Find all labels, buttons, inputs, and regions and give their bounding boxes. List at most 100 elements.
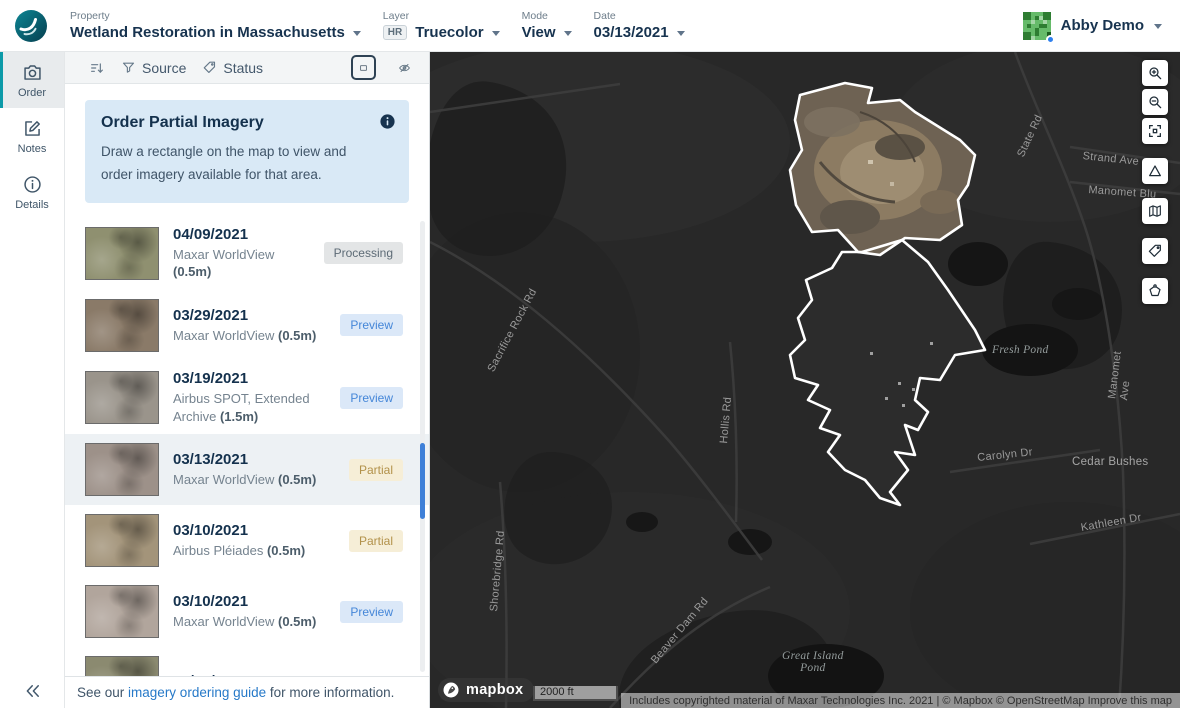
date-label: Date xyxy=(593,10,616,22)
info-icon xyxy=(23,175,41,193)
zoom-in-button[interactable] xyxy=(1142,60,1168,86)
layer-selector[interactable]: Layer HR Truecolor xyxy=(382,10,500,41)
imagery-source: Maxar WorldView (0.5m) xyxy=(173,471,317,487)
imagery-ordering-guide-link[interactable]: imagery ordering guide xyxy=(128,685,266,700)
left-nav: Order Notes Details xyxy=(0,52,65,708)
imagery-list-item[interactable]: 03/06/2021 xyxy=(65,647,429,676)
property-value: Wetland Restoration in Massachusetts xyxy=(70,24,345,41)
imagery-date: 03/10/2021 xyxy=(173,592,249,610)
mode-selector[interactable]: Mode View xyxy=(522,10,572,41)
imagery-list-item[interactable]: 03/10/2021 Maxar WorldView (0.5m) Previe… xyxy=(65,576,429,647)
imagery-source: Maxar WorldView (0.5m) xyxy=(173,613,317,629)
date-value: 03/13/2021 xyxy=(593,24,669,41)
draw-polygon-icon xyxy=(1149,284,1161,297)
mode-label: Mode xyxy=(521,10,548,22)
eye-off-icon xyxy=(399,63,410,72)
imagery-date: 03/10/2021 xyxy=(173,521,249,539)
infobox-body: Draw a rectangle on the map to view and … xyxy=(101,144,347,182)
filter-funnel-icon xyxy=(122,62,135,73)
footer-text-before: See our xyxy=(77,685,129,700)
nav-label-order: Order xyxy=(17,86,47,99)
panel-footer: See our imagery ordering guide for more … xyxy=(65,676,429,708)
imagery-list: 04/09/2021 Maxar WorldView (0.5m) Proces… xyxy=(65,217,429,676)
imagery-thumbnail xyxy=(85,226,159,280)
status-badge: Partial xyxy=(348,458,403,481)
draw-rectangle-icon xyxy=(360,64,367,71)
imagery-source: Airbus Pléiades (0.5m) xyxy=(173,542,306,558)
draw-polygon-button[interactable] xyxy=(1142,278,1168,304)
nav-label-notes: Notes xyxy=(17,142,47,155)
imagery-thumbnail xyxy=(85,514,159,568)
imagery-list-item[interactable]: 03/13/2021 Maxar WorldView (0.5m) Partia… xyxy=(65,434,429,506)
zoom-extent-icon xyxy=(1149,125,1161,137)
nav-item-details[interactable]: Details xyxy=(0,164,64,220)
chevron-down-icon xyxy=(676,31,685,36)
user-name: Abby Demo xyxy=(1060,17,1144,34)
collapse-double-chevron-icon xyxy=(26,685,39,697)
basemap xyxy=(430,52,1180,708)
user-menu[interactable]: Abby Demo xyxy=(1022,11,1162,44)
imagery-date: 03/19/2021 xyxy=(173,369,249,387)
imagery-thumbnail xyxy=(85,585,159,639)
map-scale-bar: 2000 ft xyxy=(533,686,618,701)
zoom-out-icon xyxy=(1149,96,1162,109)
imagery-list-item[interactable]: 03/10/2021 Airbus Pléiades (0.5m) Partia… xyxy=(65,505,429,576)
imagery-date: 04/09/2021 xyxy=(173,225,249,243)
measure-tool-button[interactable] xyxy=(1142,158,1168,184)
basemap-button[interactable] xyxy=(1142,198,1168,224)
chevron-down-icon xyxy=(563,31,572,36)
status-badge: Partial xyxy=(348,529,403,552)
source-filter-button[interactable]: Source xyxy=(121,60,186,76)
map-toolbar xyxy=(1142,60,1168,304)
map-book-icon xyxy=(1149,205,1161,217)
status-badge: Preview xyxy=(340,600,403,623)
nav-label-details: Details xyxy=(15,198,49,211)
toggle-visibility-button[interactable] xyxy=(392,55,417,80)
layer-label: Layer xyxy=(382,10,410,22)
order-partial-imagery-infobox: Order Partial Imagery Draw a rectangle o… xyxy=(85,100,409,203)
imagery-list-item[interactable]: 04/09/2021 Maxar WorldView (0.5m) Proces… xyxy=(65,217,429,290)
sort-button[interactable] xyxy=(89,60,105,76)
collapse-sidebar-button[interactable] xyxy=(0,682,65,700)
property-label: Property xyxy=(70,10,110,22)
chevron-down-icon xyxy=(352,31,361,36)
draw-rectangle-tool-button[interactable] xyxy=(351,55,376,80)
status-badge: Preview xyxy=(340,386,403,409)
online-status-dot xyxy=(1045,34,1055,44)
mapbox-wordmark: mapbox xyxy=(466,682,524,698)
property-selector[interactable]: Property Wetland Restoration in Massachu… xyxy=(70,10,361,41)
status-filter-button[interactable]: Status xyxy=(202,60,263,76)
imagery-thumbnail xyxy=(85,656,159,676)
tag-icon xyxy=(204,61,216,73)
info-circle-icon[interactable] xyxy=(379,113,396,130)
zoom-to-property-button[interactable] xyxy=(1142,118,1168,144)
imagery-panel: Source Status Order Partial Imagery Draw… xyxy=(65,52,430,708)
imagery-list-item[interactable]: 03/29/2021 Maxar WorldView (0.5m) Previe… xyxy=(65,290,429,361)
map-canvas[interactable]: State Rd Strand Ave Manomet Blu Manomet Ave… xyxy=(430,52,1180,708)
date-selector[interactable]: Date 03/13/2021 xyxy=(594,10,685,41)
status-badge: Preview xyxy=(340,314,403,337)
imagery-date: 03/29/2021 xyxy=(173,306,249,324)
imagery-source: Airbus SPOT, Extended Archive (1.5m) xyxy=(173,390,310,424)
nav-item-order[interactable]: Order xyxy=(0,52,64,108)
imagery-thumbnail xyxy=(85,298,159,352)
notes-icon xyxy=(24,120,40,136)
zoom-in-icon xyxy=(1149,67,1162,80)
hr-badge: HR xyxy=(382,25,408,40)
mapbox-logo-icon xyxy=(443,682,459,698)
avatar xyxy=(1022,11,1055,44)
nav-item-notes[interactable]: Notes xyxy=(0,108,64,164)
imagery-thumbnail xyxy=(85,443,159,497)
panel-scrollbar-thumb[interactable] xyxy=(420,442,425,519)
app-logo-icon[interactable] xyxy=(14,9,48,43)
status-badge: Processing xyxy=(323,242,403,265)
imagery-list-item[interactable]: 03/19/2021 Airbus SPOT, Extended Archive… xyxy=(65,361,429,434)
mapbox-logo[interactable]: mapbox xyxy=(438,678,535,702)
status-filter-label: Status xyxy=(223,59,264,76)
imagery-source: Maxar WorldView (0.5m) xyxy=(173,246,275,280)
tag-icon xyxy=(1148,244,1161,257)
map-attribution: Includes copyrighted material of Maxar T… xyxy=(621,693,1180,708)
tag-tool-button[interactable] xyxy=(1142,238,1168,264)
source-filter-label: Source xyxy=(142,59,187,76)
zoom-out-button[interactable] xyxy=(1142,89,1168,115)
